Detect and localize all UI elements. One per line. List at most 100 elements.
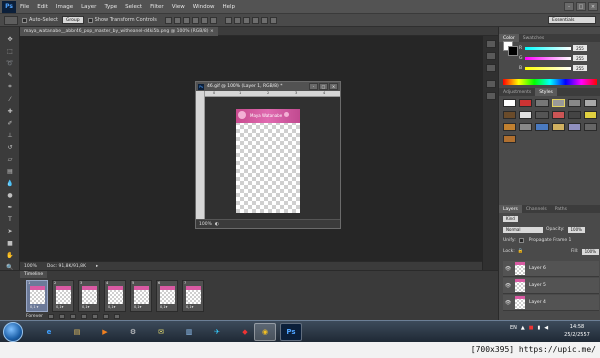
layer-kind-filter[interactable]: Kind — [503, 215, 518, 222]
folder-icon[interactable]: ▤ — [66, 323, 88, 341]
frame-delay[interactable]: 0,1 ▾ — [30, 305, 38, 309]
start-button[interactable] — [3, 322, 23, 342]
auto-select-checkbox[interactable] — [22, 17, 27, 23]
files-icon-2[interactable]: ▥ — [178, 323, 200, 341]
style-swatch[interactable] — [551, 123, 565, 131]
menu-window[interactable]: Window — [189, 4, 219, 10]
hand-tool-icon[interactable]: ✋ — [5, 251, 15, 259]
move-tool-preset[interactable] — [4, 15, 18, 25]
chrome-icon[interactable]: ◉ — [254, 323, 276, 341]
style-swatch[interactable] — [519, 123, 533, 131]
workspace-dropdown[interactable]: Essentials — [548, 16, 596, 24]
tab-paths[interactable]: Paths — [551, 205, 571, 213]
quick-select-tool-icon[interactable]: ✎ — [5, 71, 15, 79]
doc-close-button[interactable]: × — [329, 83, 338, 90]
style-swatch[interactable] — [567, 99, 581, 107]
dodge-tool-icon[interactable]: ● — [5, 191, 15, 199]
doc-maximize-button[interactable]: □ — [319, 83, 328, 90]
menu-file[interactable]: File — [16, 4, 33, 10]
gradient-tool-icon[interactable]: ▤ — [5, 167, 15, 175]
style-swatch[interactable] — [551, 111, 565, 119]
next-frame-icon[interactable] — [80, 314, 87, 319]
media-icon[interactable]: ▶ — [94, 323, 116, 341]
menu-image[interactable]: Image — [52, 4, 77, 10]
lasso-tool-icon[interactable]: ➰ — [5, 59, 15, 67]
frame-delay[interactable]: 0,1▾ — [134, 305, 141, 309]
style-swatch[interactable] — [519, 111, 533, 119]
system-clock[interactable]: 14:58 25/2/2557 — [560, 323, 594, 339]
green-value[interactable]: 255 — [573, 55, 587, 61]
status-arrow-icon[interactable]: ▸ — [96, 264, 98, 269]
tab-layers[interactable]: Layers — [499, 205, 522, 213]
fish-icon[interactable]: ✈ — [206, 323, 228, 341]
blue-slider[interactable]: B 255 — [519, 65, 597, 71]
style-swatch[interactable] — [567, 123, 581, 131]
timeline-tab[interactable]: Timeline — [20, 271, 48, 278]
green-track[interactable] — [525, 56, 571, 60]
transform-controls-option[interactable]: Show Transform Controls — [87, 17, 157, 23]
distribute-bottom-icon[interactable] — [242, 16, 250, 24]
style-swatch[interactable] — [503, 135, 517, 143]
style-swatch[interactable] — [551, 99, 565, 107]
doc-minimize-button[interactable]: - — [309, 83, 318, 90]
blue-value[interactable]: 255 — [573, 65, 587, 71]
align-right-icon[interactable] — [209, 16, 217, 24]
opacity-value[interactable]: 100% — [567, 226, 585, 233]
distribute-top-icon[interactable] — [224, 16, 232, 24]
notes-icon[interactable]: ✉ — [150, 323, 172, 341]
history-panel-icon[interactable] — [486, 40, 496, 48]
frame-delay[interactable]: 0,1▾ — [82, 305, 89, 309]
document-window-titlebar[interactable]: Ps 46.gif @ 100% (Layer 1, RGB/8) * - □ … — [196, 82, 340, 91]
image-canvas[interactable]: Maya Watanabe — [236, 109, 300, 213]
style-swatch[interactable] — [567, 111, 581, 119]
red-track[interactable] — [525, 46, 571, 50]
menu-help[interactable]: Help — [218, 4, 239, 10]
tray-expand-icon[interactable]: ▲ — [521, 325, 525, 331]
distribute-center-icon[interactable] — [260, 16, 268, 24]
ie-icon[interactable]: e — [38, 323, 60, 341]
propagate-checkbox[interactable] — [518, 238, 524, 243]
layer-row[interactable]: 👁 Layer 5 — [503, 278, 599, 294]
doc-zoom-level[interactable]: 100% — [199, 222, 212, 227]
healing-tool-icon[interactable]: ✚ — [5, 107, 15, 115]
style-swatch[interactable] — [535, 111, 549, 119]
menu-filter[interactable]: Filter — [146, 4, 168, 10]
green-slider[interactable]: G 255 — [519, 55, 597, 61]
menu-edit[interactable]: Edit — [33, 4, 52, 10]
transform-controls-checkbox[interactable] — [87, 17, 93, 23]
marquee-tool-icon[interactable]: ⬚ — [5, 47, 15, 55]
style-swatch[interactable] — [583, 99, 597, 107]
delete-frame-icon[interactable] — [113, 314, 120, 319]
align-top-icon[interactable] — [164, 16, 172, 24]
timeline-frame[interactable]: 1 0,1 ▾ — [26, 280, 48, 312]
timeline-frame[interactable]: 7 0,1▾ — [182, 280, 204, 312]
pen-tool-icon[interactable]: ✒ — [5, 203, 15, 211]
path-select-tool-icon[interactable]: ➤ — [5, 227, 15, 235]
eyedropper-tool-icon[interactable]: ⁄ — [5, 95, 15, 103]
visibility-eye-icon[interactable]: 👁 — [505, 300, 511, 306]
maximize-button[interactable]: □ — [576, 2, 586, 11]
style-swatch[interactable] — [535, 99, 549, 107]
visibility-eye-icon[interactable]: 👁 — [505, 266, 511, 272]
layer-row[interactable]: 👁 Layer 4 — [503, 295, 599, 311]
style-swatch[interactable] — [583, 111, 597, 119]
paragraph-panel-icon[interactable] — [486, 92, 496, 100]
blue-track[interactable] — [525, 66, 571, 70]
red-slider[interactable]: R 255 — [519, 45, 597, 51]
volume-icon[interactable]: ◀ — [544, 325, 548, 331]
language-indicator[interactable]: EN — [510, 325, 517, 331]
document-tab[interactable]: maya_watanabe__abbr46_pop_master_by_with… — [20, 27, 218, 36]
crop-tool-icon[interactable]: ⌗ — [5, 83, 15, 91]
move-tool-icon[interactable]: ✥ — [5, 35, 15, 43]
tween-icon[interactable] — [91, 314, 98, 319]
tab-swatches[interactable]: Swatches — [519, 34, 549, 42]
auto-select-dropdown[interactable]: Group — [61, 16, 84, 24]
close-button[interactable]: × — [588, 2, 598, 11]
menu-layer[interactable]: Layer — [77, 4, 100, 10]
timeline-frame[interactable]: 6 0,1▾ — [156, 280, 178, 312]
doc-info-icon[interactable]: ◐ — [215, 222, 219, 227]
red-app-icon[interactable]: ◆ — [234, 323, 256, 341]
photoshop-icon[interactable]: Ps — [280, 323, 302, 341]
zoom-level[interactable]: 100% — [24, 264, 37, 269]
info-panel-icon[interactable] — [486, 64, 496, 72]
